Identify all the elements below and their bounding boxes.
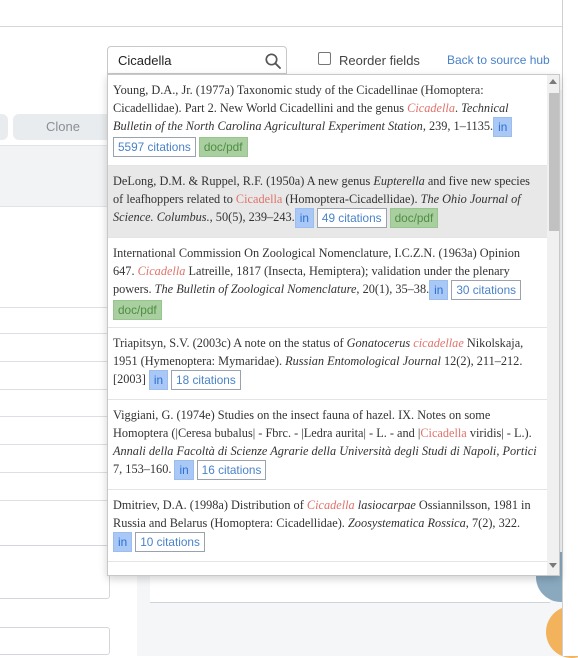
citations-count-badge[interactable]: 16 citations	[196, 460, 267, 481]
search-result-item[interactable]: Young, D.A., Jr. (1977a) Taxonomic study…	[108, 75, 547, 166]
doc-pdf-badge[interactable]: doc/pdf	[113, 300, 162, 321]
citation-text: Eupterella	[373, 174, 425, 188]
previous-button[interactable]	[0, 114, 8, 140]
citation-text: The Bulletin of Zoological Nomenclature	[154, 282, 357, 296]
search-results-dropdown: Young, D.A., Jr. (1977a) Taxonomic study…	[107, 74, 560, 576]
scroll-down-arrow-icon[interactable]	[549, 563, 557, 568]
doc-pdf-badge[interactable]: doc/pdf	[389, 208, 439, 229]
in-badge[interactable]: in	[174, 460, 194, 481]
field-row-divider	[0, 444, 110, 445]
search-result-item[interactable]: Viggiani, G. (1974e) Studies on the inse…	[108, 400, 547, 490]
text-area-field[interactable]	[0, 545, 110, 599]
search-icon[interactable]	[264, 52, 282, 70]
search-result-item[interactable]: International Commission On Zoological N…	[108, 238, 547, 328]
search-result-item[interactable]: Dmitriev, D.A. (1998a) Distribution of C…	[108, 490, 547, 562]
field-row-divider	[0, 389, 110, 390]
citation-text: , 7(2), 322.	[465, 516, 521, 530]
citation-text: lasiocarpae	[354, 498, 416, 512]
search-input[interactable]	[108, 47, 268, 73]
field-row-divider	[0, 472, 110, 473]
citation-text: DeLong, D.M. & Ruppel, R.F. (1950a) A ne…	[113, 174, 374, 188]
search-match-highlight: Cicadella	[420, 426, 467, 440]
citation-text: Gonatocerus	[346, 336, 414, 350]
citation-text: Russian Entomological Journal	[285, 354, 441, 368]
reorder-fields-label: Reorder fields	[339, 53, 420, 68]
citation-text: Olson, C.E. (1923a) Studies of the speci…	[113, 574, 387, 575]
in-badge[interactable]: in	[148, 370, 169, 391]
citation-text: 7, 153–160.	[113, 462, 175, 476]
citations-count-badge[interactable]: 10 citations	[135, 532, 205, 553]
search-box[interactable]	[107, 46, 287, 74]
window-scrollbar[interactable]	[562, 0, 578, 656]
search-match-highlight: cicadellae	[413, 336, 464, 350]
citation-text: Triapitsyn, S.V. (2003c) A note on the s…	[113, 336, 347, 350]
scroll-up-arrow-icon[interactable]	[549, 79, 557, 84]
field-row-divider	[0, 416, 110, 417]
in-badge[interactable]: in	[294, 208, 314, 229]
search-match-highlight: Cicadella	[407, 101, 455, 115]
citations-count-badge[interactable]: 18 citations	[171, 370, 241, 391]
citation-text: (Homoptera-Cicadellidae).	[282, 192, 421, 206]
citation-text: Latreille	[433, 574, 478, 575]
search-match-highlight: Cicadella	[387, 574, 433, 575]
reorder-fields-checkbox[interactable]	[318, 52, 331, 65]
clone-button[interactable]: Clone	[13, 114, 113, 140]
citations-count-badge[interactable]: 49 citations	[316, 208, 387, 229]
search-match-highlight: Cicadella	[235, 192, 283, 206]
search-result-item[interactable]: Olson, C.E. (1923a) Studies of the speci…	[108, 562, 547, 575]
dropdown-scrollbar[interactable]	[547, 75, 559, 575]
citation-text: Zoosystematica Rossica	[347, 516, 466, 530]
scrollbar-thumb[interactable]	[549, 93, 559, 231]
citation-text: , 239, 1–1135.	[422, 119, 494, 133]
in-badge[interactable]: in	[429, 280, 449, 301]
search-result-item[interactable]: Triapitsyn, S.V. (2003c) A note on the s…	[108, 328, 547, 400]
citation-text: , 20(1), 35–38.	[356, 282, 430, 296]
field-row-divider	[0, 361, 110, 362]
field-row-divider	[0, 307, 110, 308]
citations-count-badge[interactable]: 30 citations	[451, 280, 522, 301]
search-match-highlight: Cicadella	[137, 264, 186, 278]
citation-text: viridis| - L.).	[466, 426, 532, 440]
doc-pdf-badge[interactable]: doc/pdf	[198, 137, 248, 158]
citations-count-badge[interactable]: 5597 citations	[113, 137, 196, 158]
in-badge[interactable]: in	[113, 532, 133, 553]
search-result-item[interactable]: DeLong, D.M. & Ruppel, R.F. (1950a) A ne…	[108, 166, 547, 238]
top-bar	[0, 0, 562, 27]
back-to-source-hub-link[interactable]: Back to source hub	[447, 53, 550, 67]
search-match-highlight: Cicadella	[306, 498, 355, 512]
field-row-divider	[0, 500, 110, 501]
citation-text: Annali della Facoltà di Scienze Agrarie …	[113, 444, 537, 458]
text-field[interactable]	[0, 627, 110, 655]
results-list: Young, D.A., Jr. (1977a) Taxonomic study…	[108, 75, 547, 575]
citation-text: Dmitriev, D.A. (1998a) Distribution of	[113, 498, 307, 512]
citation-text: , 50(5), 239–243.	[209, 210, 295, 224]
in-badge[interactable]: in	[493, 117, 513, 138]
field-row-divider	[0, 333, 110, 334]
